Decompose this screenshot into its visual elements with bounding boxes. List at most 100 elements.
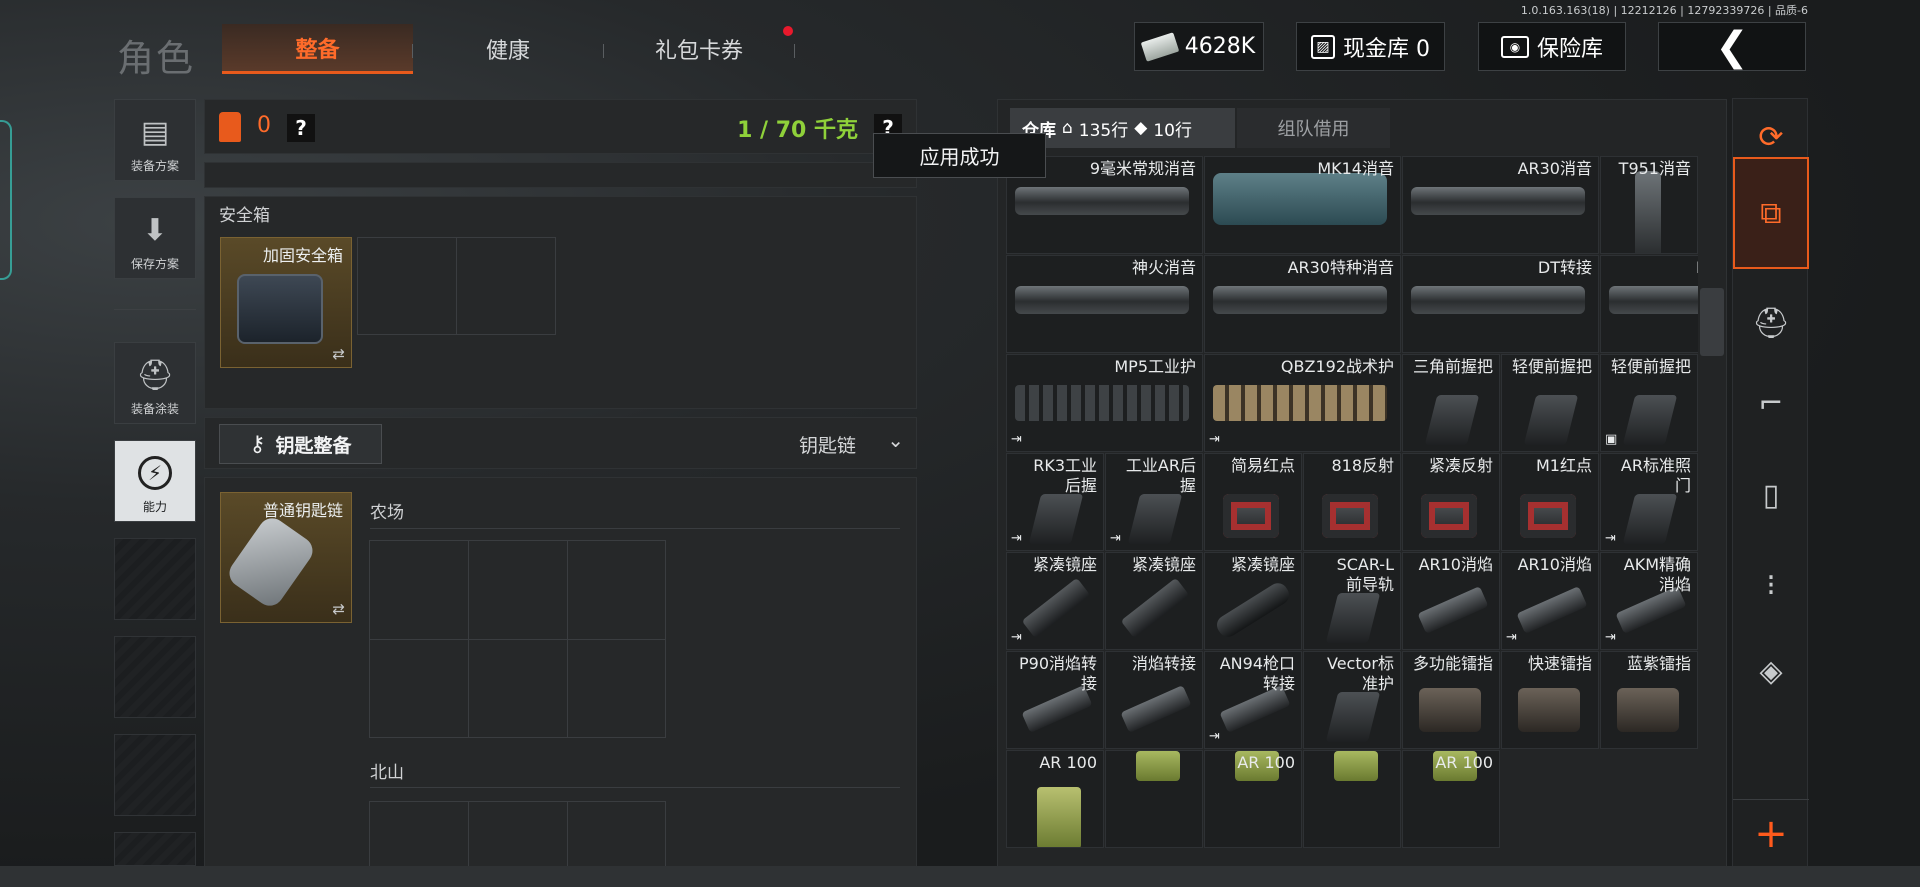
warehouse-item[interactable]: AKM精确 消焰 ⇥ xyxy=(1600,552,1698,650)
item-name: 紧凑镜座 xyxy=(1131,555,1196,574)
warehouse-item[interactable]: 消焰转接 xyxy=(1105,651,1203,749)
warehouse-item[interactable]: Vector标 准护 xyxy=(1303,651,1401,749)
swap-icon[interactable]: ⇄ xyxy=(332,345,345,363)
warehouse-item[interactable]: T951消音 xyxy=(1600,156,1698,254)
warehouse-item[interactable]: 简易红点 xyxy=(1204,453,1302,551)
tag-icon: ◆ xyxy=(1134,118,1148,138)
warehouse-item[interactable]: 三角前握把 xyxy=(1402,354,1500,452)
currency-display[interactable]: 4628K xyxy=(1134,22,1264,71)
safe-box-section: 安全箱 加固安全箱 ⇄ xyxy=(204,196,917,409)
warehouse-item[interactable]: AR 100 xyxy=(1204,750,1302,848)
warehouse-item[interactable]: 818反射 xyxy=(1303,453,1401,551)
sidebar-item-ability[interactable]: ⚡ 能力 xyxy=(114,440,196,522)
sidebar-item-skin[interactable]: ⛑ 装备涂装 xyxy=(114,342,196,424)
sidebar-item-label: 能力 xyxy=(142,500,167,514)
warehouse-item[interactable]: 紧凑反射 xyxy=(1402,453,1500,551)
side-handle[interactable] xyxy=(0,120,12,280)
tab-health[interactable]: 健康 xyxy=(413,24,603,74)
item-name: DT转接 xyxy=(1537,258,1592,277)
item-name: 工业AR后 握 xyxy=(1125,456,1196,495)
warehouse-item[interactable]: P90消焰转 接 xyxy=(1006,651,1104,749)
warehouse-item[interactable]: M1红点 xyxy=(1501,453,1599,551)
sight-icon[interactable]: ◈ xyxy=(1733,633,1809,709)
keychain-item[interactable]: 普通钥匙链 ⇄ xyxy=(220,492,352,623)
tab-gift-coupons[interactable]: 礼包卡券 xyxy=(604,24,794,74)
item-tag-icon: ⇥ xyxy=(1209,432,1220,447)
item-name: AKM精确 消焰 xyxy=(1623,555,1691,594)
warehouse-item[interactable]: 快速镭指 xyxy=(1501,651,1599,749)
item-name: 快速镭指 xyxy=(1527,654,1592,673)
warehouse-item[interactable]: SCAR-L 前导轨 xyxy=(1303,552,1401,650)
item-name: 紧凑镜座 xyxy=(1230,555,1295,574)
warehouse-item[interactable]: AR30特种消音 xyxy=(1204,255,1401,353)
warehouse-item[interactable]: 紧凑镜座 xyxy=(1204,552,1302,650)
warehouse-item[interactable]: AR10消焰 ⇥ xyxy=(1501,552,1599,650)
vest-count: 0 xyxy=(257,113,271,138)
warehouse-item[interactable]: QBZ192战术护 ⇥ xyxy=(1204,354,1401,452)
warehouse-item[interactable]: DT转接 xyxy=(1402,255,1599,353)
warehouse-item[interactable]: 蓝紫镭指 xyxy=(1600,651,1698,749)
item-name: 紧凑镜座 xyxy=(1032,555,1097,574)
sidebar-item-save-plan[interactable]: ⬇ 保存方案 xyxy=(114,197,196,279)
magazine-icon[interactable]: ▯ xyxy=(1733,457,1809,533)
swap-icon[interactable]: ⇄ xyxy=(332,600,345,618)
tab-team-borrow[interactable]: 组队借用 xyxy=(1237,108,1390,148)
warehouse-item[interactable]: AN94枪口 转接 ⇥ xyxy=(1204,651,1302,749)
ammo-icon[interactable]: ⁝ xyxy=(1733,547,1809,623)
warehouse-item[interactable]: AR 100 xyxy=(1402,750,1500,848)
rows-count-2: 10行 xyxy=(1153,120,1192,141)
chevron-down-icon[interactable]: ⌄ xyxy=(887,428,904,452)
warehouse-item[interactable]: RK3工业 后握 ⇥ xyxy=(1006,453,1104,551)
warehouse-item[interactable]: 紧凑镜座 ⇥ xyxy=(1006,552,1104,650)
key-slot-grid[interactable] xyxy=(369,801,666,871)
sidebar-item-loadout-plan[interactable]: ▤ 装备方案 xyxy=(114,99,196,181)
vest-icon: ▤ xyxy=(140,114,170,150)
scrollbar-thumb[interactable] xyxy=(1700,288,1724,356)
safe-box-slot[interactable] xyxy=(456,237,556,335)
warehouse-item[interactable]: AR 100 xyxy=(1006,750,1104,848)
rifle-icon[interactable]: ⌐ xyxy=(1733,365,1809,441)
warehouse-item[interactable] xyxy=(1303,750,1401,848)
warehouse-item[interactable]: 紧凑镜座 xyxy=(1105,552,1203,650)
safe-box-slot[interactable] xyxy=(357,237,457,335)
keychain-dropdown-label[interactable]: 钥匙链 xyxy=(799,431,856,458)
plus-icon[interactable]: + xyxy=(1733,799,1809,867)
warehouse-item[interactable]: AR30消音 xyxy=(1402,156,1599,254)
area-label-farm: 农场 xyxy=(370,503,404,523)
back-button[interactable]: ❮ xyxy=(1658,22,1806,71)
layer-icon[interactable]: ⧉ xyxy=(1733,157,1809,269)
item-name: AR10消焰 xyxy=(1517,555,1592,574)
warehouse-item[interactable]: MP5工业护 ⇥ xyxy=(1006,354,1203,452)
currency-value: 4628K xyxy=(1184,34,1256,59)
cash-vault-label: 现金库 0 xyxy=(1343,36,1430,62)
cash-vault-button[interactable]: ▨ 现金库 0 xyxy=(1296,22,1445,71)
warehouse-item[interactable]: MK14消音 xyxy=(1204,156,1401,254)
warehouse-item[interactable]: 轻便前握把 ▣ xyxy=(1600,354,1698,452)
item-tag-icon: ⇥ xyxy=(1110,531,1121,546)
chevron-left-icon: ❮ xyxy=(1715,23,1749,70)
warehouse-item[interactable]: 轻便前握把 xyxy=(1501,354,1599,452)
item-tag-icon: ⇥ xyxy=(1506,630,1517,645)
page-title: 角色 xyxy=(117,37,195,80)
safe-vault-button[interactable]: ◉ 保险库 xyxy=(1478,22,1626,71)
key-loadout-button[interactable]: ⚷ 钥匙整备 xyxy=(219,424,382,464)
warehouse-item[interactable]: P90消焰转接 xyxy=(1600,255,1698,353)
helmet-icon[interactable]: ⛑ xyxy=(1733,285,1809,361)
item-tag-icon: ⇥ xyxy=(1209,729,1220,744)
warehouse-item[interactable]: 工业AR后 握 ⇥ xyxy=(1105,453,1203,551)
tab-loadout[interactable]: 整备 xyxy=(222,24,413,74)
item-name: 轻便前握把 xyxy=(1610,357,1691,376)
warehouse-item[interactable]: AR10消焰 xyxy=(1402,552,1500,650)
warehouse-item[interactable] xyxy=(1105,750,1203,848)
warehouse-item[interactable]: AR标准照 门 ⇥ xyxy=(1600,453,1698,551)
item-name: 三角前握把 xyxy=(1412,357,1493,376)
key-slot-grid[interactable] xyxy=(369,540,666,738)
safe-box-item[interactable]: 加固安全箱 ⇄ xyxy=(220,237,352,368)
warehouse-item[interactable]: 多功能镭指 xyxy=(1402,651,1500,749)
keychain-section: 普通钥匙链 ⇄ 农场 北山 xyxy=(204,477,917,871)
sidebar-empty-slot xyxy=(114,734,196,816)
help-icon[interactable]: ? xyxy=(287,114,315,142)
item-tag-icon: ⇥ xyxy=(1011,531,1022,546)
warehouse-item[interactable]: 神火消音 xyxy=(1006,255,1203,353)
item-name: AR 100 xyxy=(1435,753,1493,772)
